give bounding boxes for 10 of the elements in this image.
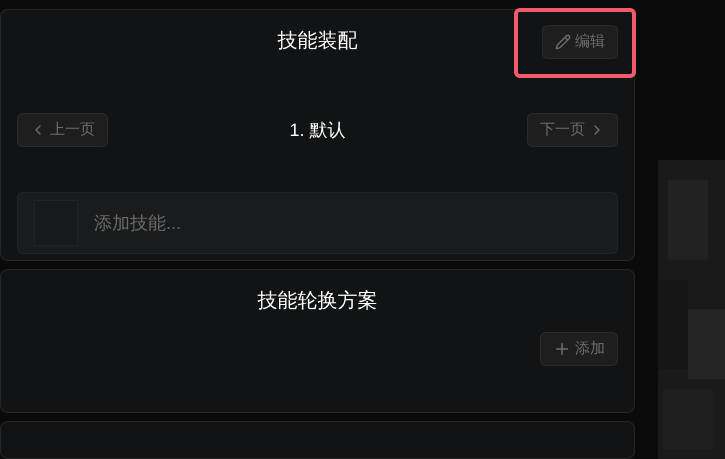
add-button[interactable]: 添加 [540, 332, 618, 366]
next-page-button[interactable]: 下一页 [526, 113, 618, 147]
page-title: 1. 默认 [289, 118, 346, 142]
add-skill-field[interactable]: 添加技能... [17, 192, 618, 254]
section-title: 技能轮换方案 [258, 289, 378, 314]
skill-name-input[interactable]: 添加技能... [94, 210, 601, 236]
previous-page-button[interactable]: 上一页 [17, 113, 108, 147]
edit-button[interactable]: 编辑 [542, 25, 618, 59]
pencil-icon [555, 34, 571, 50]
section-title: 技能装配 [278, 29, 358, 54]
